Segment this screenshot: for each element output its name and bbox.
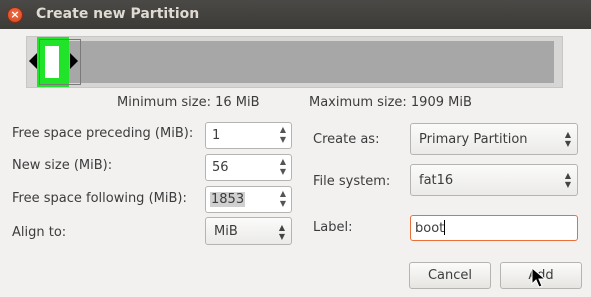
mouse-pointer-icon (531, 267, 547, 288)
align-to-value: MiB (214, 224, 238, 239)
partition-label-value[interactable]: boot (415, 221, 444, 236)
create-as-combobox[interactable]: Primary Partition ▲ ▼ (410, 123, 578, 155)
new-size-label: New size (MiB): (12, 158, 113, 173)
right-resize-handle-icon[interactable] (70, 53, 78, 69)
partition-resizer[interactable] (26, 36, 563, 88)
window-title: Create new Partition (36, 6, 200, 22)
maximum-size-label: Maximum size: 1909 MiB (309, 95, 472, 110)
spin-arrows-icon[interactable]: ▲ ▼ (275, 187, 291, 212)
cancel-button[interactable]: Cancel (409, 262, 491, 289)
align-to-label: Align to: (12, 225, 67, 240)
combo-arrows-icon: ▲ ▼ (278, 223, 286, 241)
file-system-label: File system: (313, 174, 391, 189)
new-size-spinbox[interactable]: 56 ▲ ▼ (205, 154, 292, 181)
free-space-preceding-spinbox[interactable]: 1 ▲ ▼ (205, 122, 292, 149)
create-as-value: Primary Partition (419, 132, 528, 147)
file-system-value: fat16 (419, 173, 454, 188)
partition-label-input[interactable]: boot (410, 215, 578, 241)
free-space-preceding-value[interactable]: 1 (212, 128, 220, 143)
partition-label-label: Label: (313, 220, 353, 235)
free-space-following-spinbox[interactable]: 1853 ▲ ▼ (205, 186, 292, 213)
create-partition-dialog: × Create new Partition Minimum size: 16 … (0, 0, 591, 297)
align-to-combobox[interactable]: MiB ▲ ▼ (205, 217, 292, 245)
combo-arrows-icon: ▲ ▼ (564, 171, 572, 189)
combo-arrows-icon: ▲ ▼ (564, 130, 572, 148)
spin-arrows-icon[interactable]: ▲ ▼ (275, 155, 291, 180)
close-icon[interactable]: × (7, 7, 23, 23)
free-space-preceding-label: Free space preceding (MiB): (12, 126, 194, 141)
free-space-following-value[interactable]: 1853 (210, 192, 246, 207)
title-bar: × Create new Partition (0, 0, 591, 29)
free-space-following-label: Free space following (MiB): (12, 191, 187, 206)
minimum-size-label: Minimum size: 16 MiB (117, 95, 260, 110)
unallocated-space-bar (41, 41, 554, 83)
text-caret (444, 220, 446, 235)
left-resize-handle-icon[interactable] (29, 53, 37, 69)
spin-arrows-icon[interactable]: ▲ ▼ (275, 123, 291, 148)
new-size-value[interactable]: 56 (212, 160, 229, 175)
file-system-combobox[interactable]: fat16 ▲ ▼ (410, 164, 578, 196)
create-as-label: Create as: (313, 132, 380, 147)
